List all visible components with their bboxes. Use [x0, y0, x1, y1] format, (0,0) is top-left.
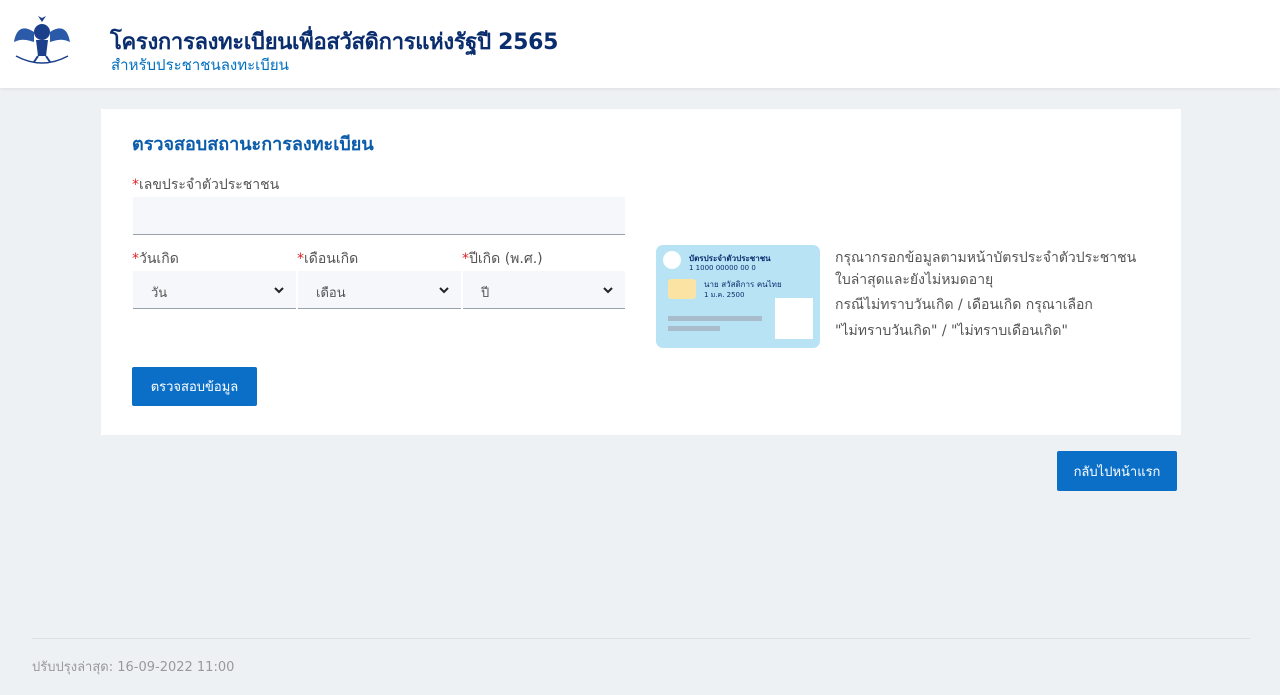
chevron-down-icon: [439, 287, 449, 294]
birth-year-label: *ปีเกิด (พ.ศ.): [462, 251, 543, 267]
required-mark: *: [132, 177, 139, 193]
birth-year-value: ปี: [481, 286, 490, 301]
help-text-line: ใบล่าสุดและยังไม่หมดอายุ: [835, 272, 994, 288]
required-mark: *: [462, 251, 469, 267]
id-number-label: *เลขประจำตัวประชาชน: [132, 177, 280, 193]
last-updated-text: ปรับปรุงล่าสุด: 16-09-2022 11:00: [32, 660, 235, 675]
id-card-photo: [775, 298, 813, 339]
birth-day-select[interactable]: วัน: [133, 271, 296, 309]
id-card-number: 1 1000 00000 00 0: [689, 264, 756, 272]
check-status-button[interactable]: ตรวจสอบข้อมูล: [132, 367, 257, 406]
birth-day-value: วัน: [151, 286, 168, 301]
chevron-down-icon: [603, 287, 613, 294]
site-header: โครงการลงทะเบียนเพื่อสวัสดิการแห่งรัฐปี …: [0, 0, 1280, 88]
status-check-card: ตรวจสอบสถานะการลงทะเบียน *เลขประจำตัวประ…: [101, 109, 1181, 435]
id-card-line: [668, 316, 762, 321]
garuda-emblem-icon[interactable]: [12, 12, 72, 68]
footer-divider: [32, 638, 1250, 639]
birth-month-label: *เดือนเกิด: [297, 251, 359, 267]
birth-month-select[interactable]: เดือน: [298, 271, 461, 309]
required-mark: *: [297, 251, 304, 267]
id-number-input[interactable]: [133, 197, 625, 235]
help-text-line: กรุณากรอกข้อมูลตามหน้าบัตรประจำตัวประชาช…: [835, 250, 1137, 266]
id-card-illustration: บัตรประจำตัวประชาชน 1 1000 00000 00 0 นา…: [656, 245, 820, 348]
id-card-emblem: [663, 251, 681, 269]
birth-day-label: *วันเกิด: [132, 251, 179, 267]
back-to-home-button[interactable]: กลับไปหน้าแรก: [1057, 451, 1177, 491]
form-title: ตรวจสอบสถานะการลงทะเบียน: [132, 134, 374, 155]
help-text-line: กรณีไม่ทราบวันเกิด / เดือนเกิด กรุณาเลือ…: [835, 297, 1093, 313]
id-card-chip: [668, 279, 696, 299]
chevron-down-icon: [274, 287, 284, 294]
help-text-line: "ไม่ทราบวันเกิด" / "ไม่ทราบเดือนเกิด": [835, 323, 1068, 339]
site-subtitle: สำหรับประชาชนลงทะเบียน: [111, 56, 289, 74]
birth-month-value: เดือน: [316, 286, 346, 301]
required-mark: *: [132, 251, 139, 267]
birth-year-select[interactable]: ปี: [463, 271, 625, 309]
id-card-line: [668, 326, 720, 331]
id-card-dob: 1 ม.ค. 2500: [704, 291, 745, 299]
